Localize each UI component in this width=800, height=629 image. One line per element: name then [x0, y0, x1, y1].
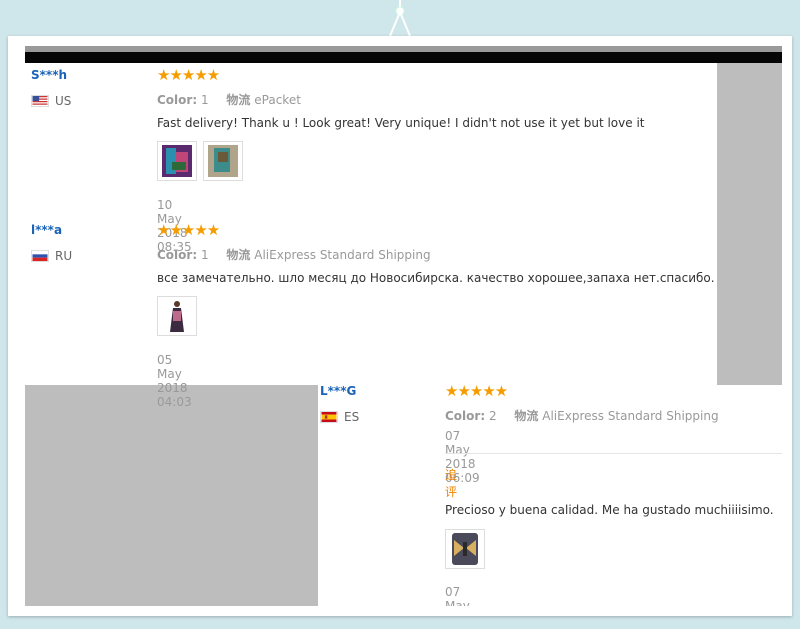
followup-label: 追评	[445, 468, 458, 499]
color-value: 2	[488, 409, 497, 423]
review-meta: Color: 1 物流 AliExpress Standard Shipping	[157, 246, 431, 263]
shipping-value: AliExpress Standard Shipping	[254, 248, 431, 262]
reviewer-name[interactable]: S***h	[31, 68, 67, 82]
star-rating: ★★★★★	[157, 221, 220, 239]
review-meta: Color: 2 物流 AliExpress Standard Shipping	[445, 407, 719, 424]
review-photo[interactable]	[445, 529, 485, 569]
color-label: Color:	[157, 93, 198, 107]
color-value: 1	[200, 248, 209, 262]
followup-text: Precioso y buena calidad. Me ha gustado …	[445, 503, 774, 517]
color-label: Color:	[157, 248, 198, 262]
hanger-hook-icon	[389, 0, 411, 37]
flag-ru-icon	[31, 250, 49, 262]
flag-us-icon	[31, 95, 49, 107]
shipping-label: 物流	[226, 248, 251, 262]
top-black-bar	[25, 52, 782, 63]
reviewer-name[interactable]: l***a	[31, 223, 62, 237]
review-photo[interactable]	[157, 141, 197, 181]
color-label: Color:	[445, 409, 486, 423]
reviewer-country: RU	[31, 249, 72, 263]
grey-block-left	[25, 385, 318, 606]
country-code: ES	[344, 410, 360, 424]
review-text: все замечательно. шло месяц до Новосибир…	[157, 271, 715, 285]
country-code: US	[55, 94, 72, 108]
shipping-value: AliExpress Standard Shipping	[542, 409, 719, 423]
shipping-label: 物流	[514, 409, 539, 423]
review-text: Fast delivery! Thank u ! Look great! Ver…	[157, 116, 645, 130]
grey-block-right	[717, 63, 782, 385]
review-panel: S***h US ★★★★★ Color: 1 物流 ePacket Fast …	[25, 46, 782, 606]
star-rating: ★★★★★	[445, 382, 508, 400]
color-value: 1	[200, 93, 209, 107]
reviewer-name[interactable]: L***G	[320, 384, 356, 398]
reviewer-country: US	[31, 94, 71, 108]
review-photo[interactable]	[203, 141, 243, 181]
followup-divider	[445, 453, 782, 454]
flag-es-icon	[320, 411, 338, 423]
review-meta: Color: 1 物流 ePacket	[157, 91, 301, 108]
star-rating: ★★★★★	[157, 66, 220, 84]
screenshot-frame: S***h US ★★★★★ Color: 1 物流 ePacket Fast …	[8, 36, 792, 616]
review-photo[interactable]	[157, 296, 197, 336]
shipping-value: ePacket	[254, 93, 301, 107]
review-date: 05 May 2018 04:03	[157, 353, 192, 409]
followup-date: 07 May 2018 06:10	[445, 585, 470, 606]
country-code: RU	[55, 249, 73, 263]
reviewer-country: ES	[320, 410, 359, 424]
shipping-label: 物流	[226, 93, 251, 107]
